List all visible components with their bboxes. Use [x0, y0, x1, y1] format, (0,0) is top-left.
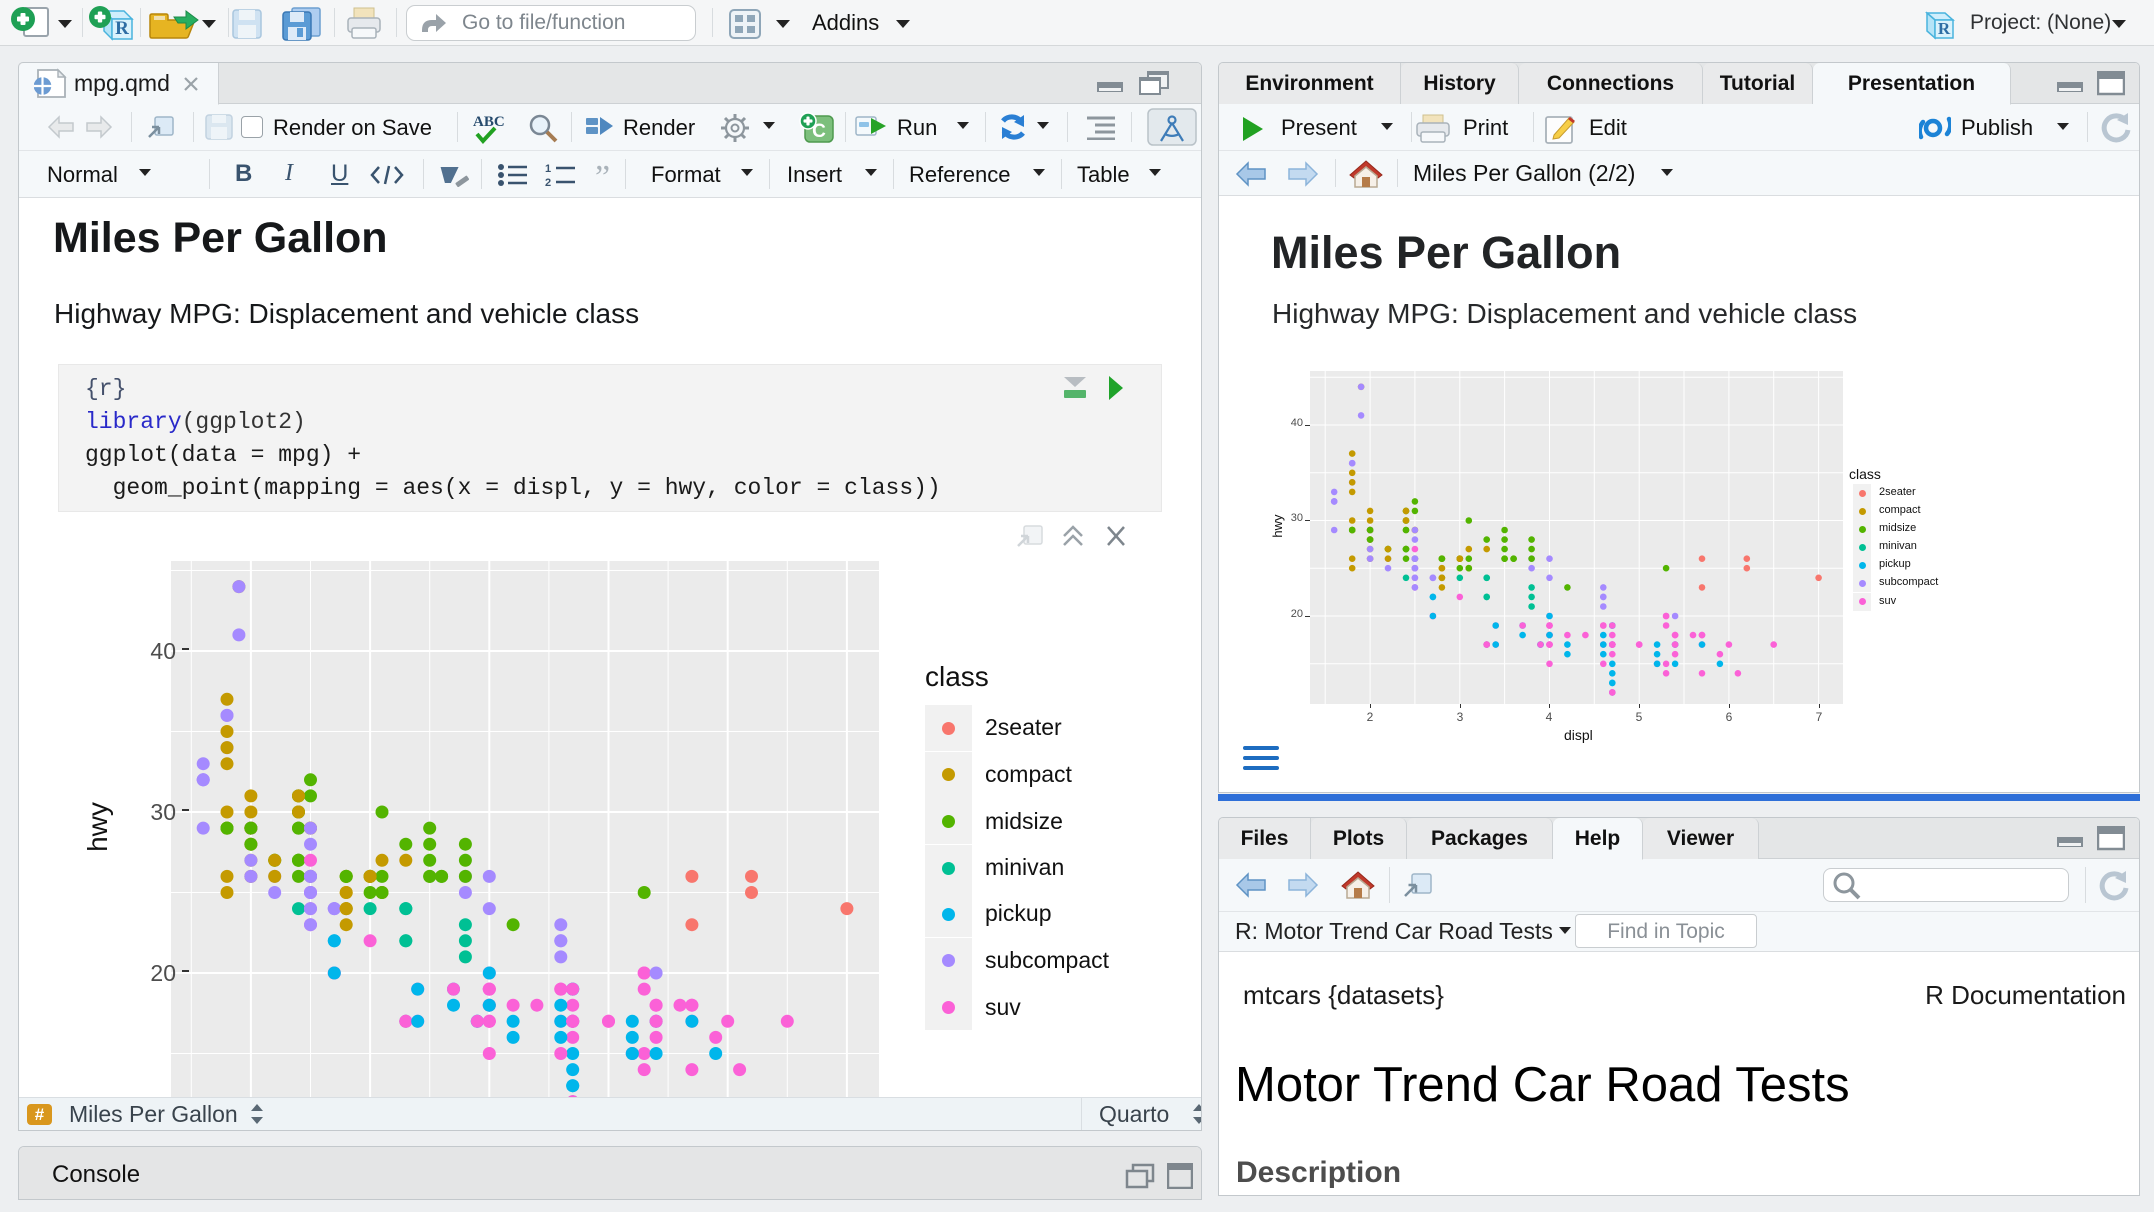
svg-text:R: R	[1938, 19, 1951, 38]
svg-text:R: R	[115, 18, 129, 39]
svg-text:2: 2	[545, 177, 551, 187]
svg-text:ABC: ABC	[473, 114, 505, 130]
svg-text:hwy: hwy	[82, 802, 113, 852]
svg-text:1: 1	[545, 163, 551, 175]
